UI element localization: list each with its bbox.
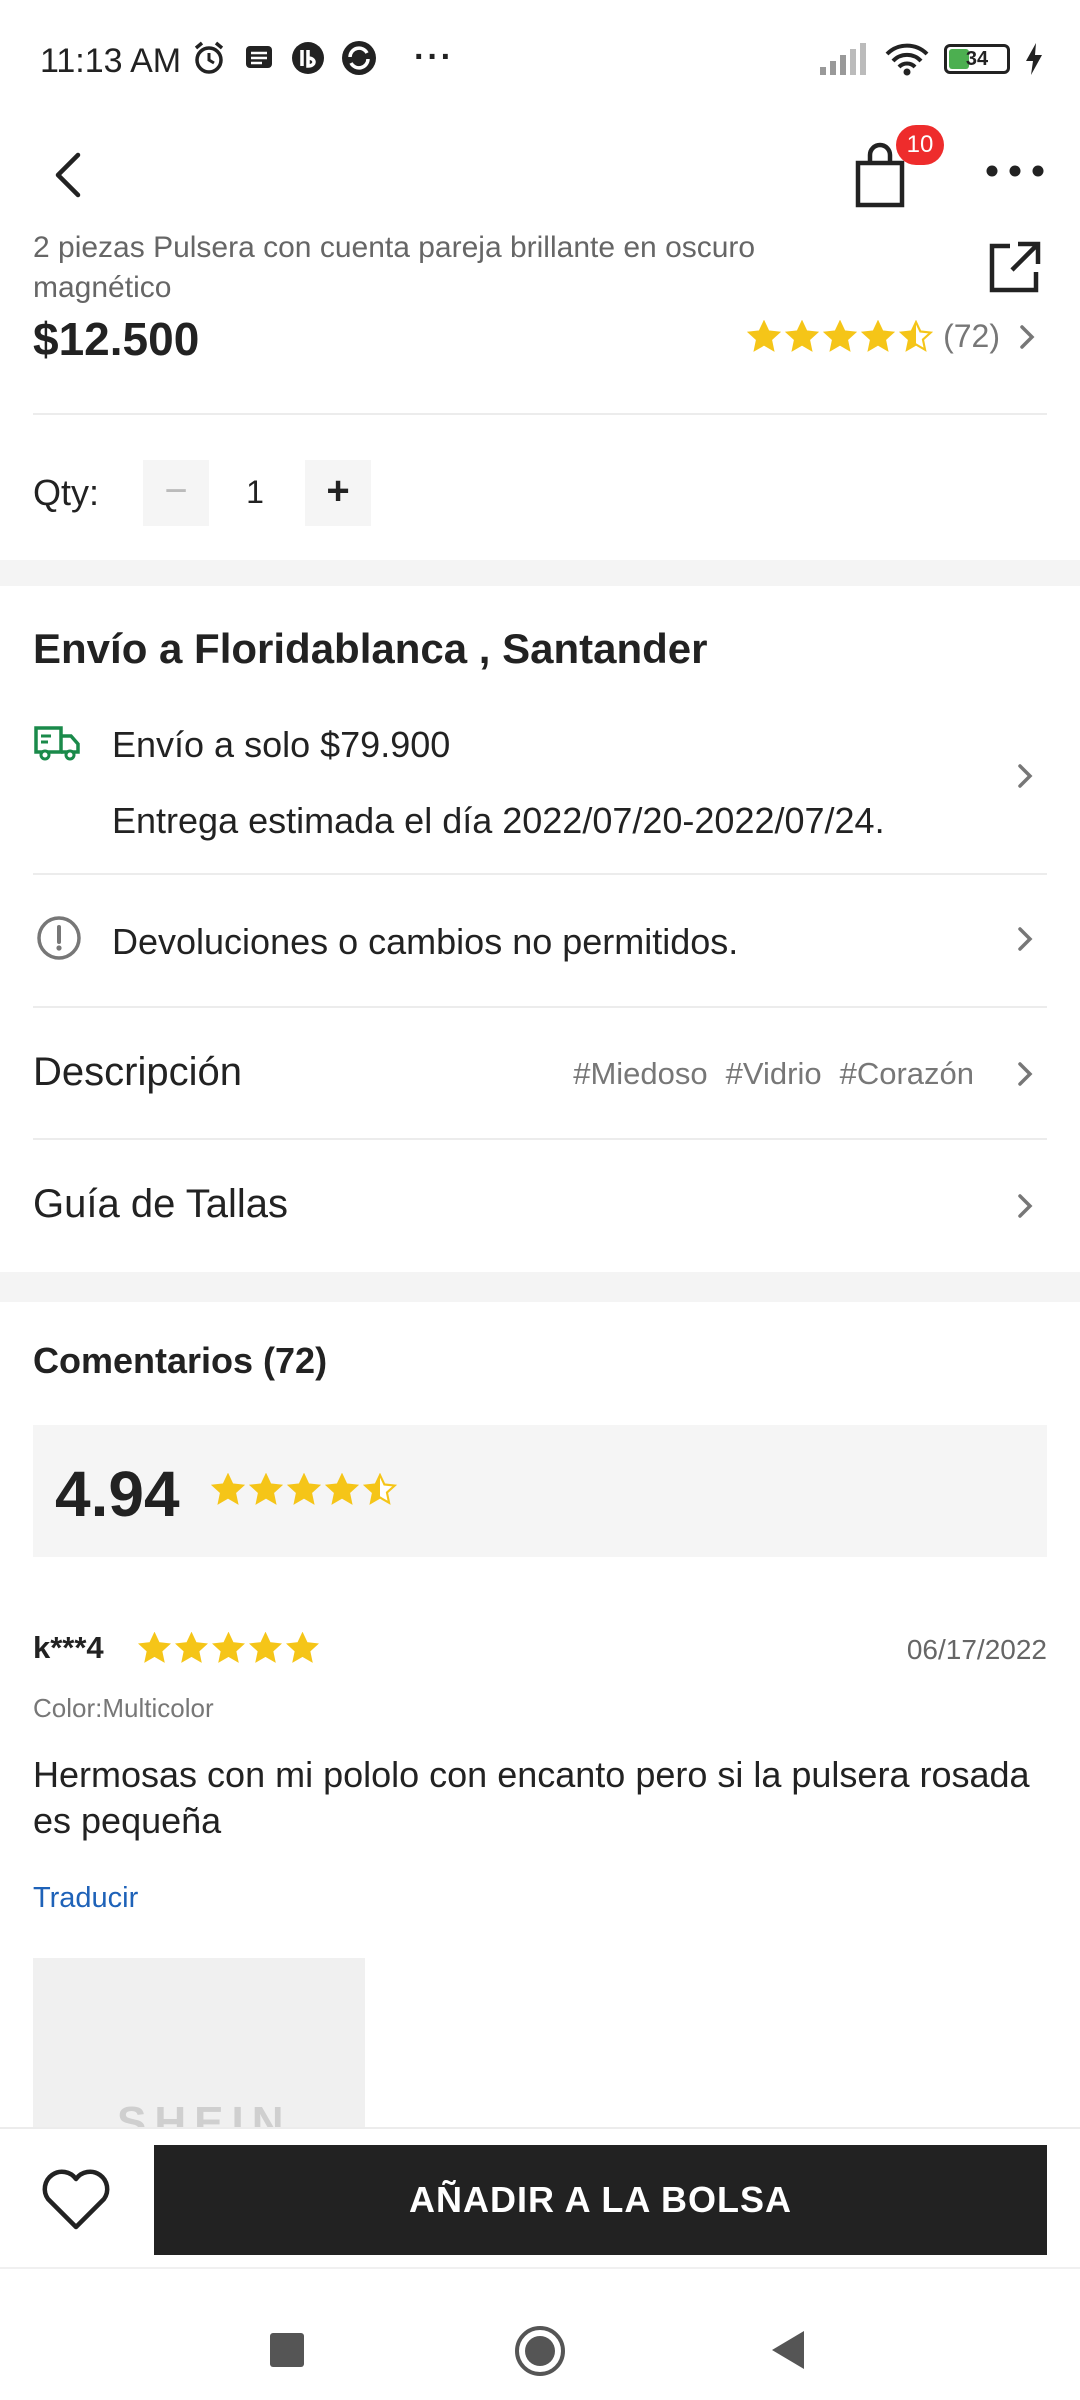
status-time: 11:13 AM	[40, 42, 182, 80]
chevron-right-icon	[1018, 1194, 1033, 1218]
share-external-icon	[989, 241, 1041, 293]
shipping-row[interactable]: Envío a solo $79.900 Entrega estimada el…	[0, 700, 1080, 870]
star-icon	[212, 1632, 245, 1663]
product-price: $12.500	[33, 313, 200, 365]
message-icon	[246, 45, 272, 68]
section-separator	[0, 560, 1080, 586]
review-photo[interactable]: SHEIN	[33, 1958, 365, 2128]
alert-circle-icon	[37, 916, 81, 960]
share-button[interactable]	[986, 238, 1044, 296]
review-text: Hermosas con mi pololo con encanto pero …	[33, 1754, 1030, 1841]
review-stars	[138, 1632, 319, 1665]
divider	[33, 413, 1047, 415]
size-guide-label: Guía de Tallas	[33, 1182, 288, 1226]
description-tags: #Miedoso #Vidrio #Corazón	[573, 1056, 974, 1092]
more-options-button[interactable]	[980, 151, 1050, 191]
quantity-value[interactable]: 1	[230, 474, 280, 511]
status-bar: 11:13 AM ··· 34	[0, 0, 1080, 125]
sync-icon	[342, 40, 376, 75]
star-icon	[286, 1632, 319, 1663]
rating-score: 4.94	[55, 1458, 180, 1530]
alarm-icon	[194, 41, 224, 74]
returns-row[interactable]: Devoluciones o cambios no permitidos.	[0, 875, 1080, 1005]
battery-icon: 34	[944, 44, 1010, 74]
wifi-icon	[885, 43, 929, 76]
top-nav: 10	[0, 125, 1080, 235]
translate-link[interactable]: Traducir	[33, 1882, 138, 1915]
quantity-decrease-button[interactable]: −	[143, 460, 209, 526]
rating-count: (72)	[943, 318, 1000, 354]
recent-apps-button[interactable]	[270, 2333, 304, 2367]
review-date: 06/17/2022	[906, 1634, 1047, 1665]
system-back-button[interactable]	[768, 2327, 808, 2373]
star-icon	[899, 319, 934, 352]
add-to-bag-button[interactable]: AÑADIR A LA BOLSA	[154, 2145, 1047, 2255]
cart-count-badge: 10	[896, 125, 944, 165]
chevron-right-icon	[1018, 764, 1033, 788]
star-icon	[211, 1473, 245, 1505]
chevron-right-icon	[1018, 927, 1033, 951]
star-icon	[249, 1473, 283, 1505]
description-tag: #Miedoso	[573, 1056, 708, 1091]
more-notifications-icon: ···	[414, 38, 454, 76]
star-icon	[249, 1632, 282, 1663]
home-button[interactable]	[514, 2325, 566, 2377]
chevron-left-icon	[55, 152, 81, 198]
section-separator	[0, 1272, 1080, 1302]
description-label: Descripción	[33, 1050, 242, 1094]
comments-heading: Comentarios (72)	[33, 1340, 328, 1381]
more-horizontal-icon	[986, 165, 1044, 177]
rating-summary: 4.94	[33, 1425, 1047, 1557]
heart-icon	[42, 2169, 110, 2230]
product-rating[interactable]: (72)	[747, 318, 1040, 355]
shipping-heading: Envío a Floridablanca , Santander	[33, 625, 708, 672]
product-rating-stars	[747, 319, 934, 354]
star-icon	[363, 1473, 397, 1505]
description-row[interactable]: Descripción #Miedoso #Vidrio #Corazón	[0, 1008, 1080, 1138]
truck-icon	[34, 726, 80, 761]
status-icons-right: 34	[820, 42, 1044, 76]
wishlist-button[interactable]	[38, 2165, 114, 2235]
back-button[interactable]	[40, 145, 100, 205]
status-icons-left: ···	[190, 38, 454, 77]
quantity-increase-button[interactable]: +	[305, 460, 371, 526]
chevron-right-icon	[1020, 324, 1035, 349]
size-guide-row[interactable]: Guía de Tallas	[0, 1140, 1080, 1270]
star-icon	[747, 319, 782, 352]
review-photo-watermark: SHEIN	[117, 2098, 292, 2128]
app-icon	[292, 41, 324, 74]
quantity-label: Qty:	[33, 472, 100, 513]
star-icon	[287, 1473, 321, 1505]
shipping-estimate: Entrega estimada el día 2022/07/20-2022/…	[112, 800, 885, 841]
star-icon	[325, 1473, 359, 1505]
star-icon	[861, 319, 896, 352]
rating-summary-stars	[211, 1473, 397, 1507]
description-tag: #Vidrio	[725, 1056, 822, 1091]
chevron-right-icon	[1018, 1062, 1033, 1086]
system-navigation-bar	[0, 2267, 1080, 2400]
signal-icon	[820, 43, 866, 75]
product-title: 2 piezas Pulsera con cuenta pareja brill…	[33, 231, 756, 304]
star-icon	[175, 1632, 208, 1663]
returns-text: Devoluciones o cambios no permitidos.	[112, 921, 739, 962]
bottom-action-bar: AÑADIR A LA BOLSA	[0, 2127, 1080, 2267]
star-icon	[138, 1632, 171, 1663]
description-tag: #Corazón	[839, 1056, 974, 1091]
review-color-variant: Color:Multicolor	[33, 1693, 214, 1723]
star-icon	[823, 319, 858, 352]
star-icon	[785, 319, 820, 352]
shipping-price: Envío a solo $79.900	[112, 724, 451, 765]
battery-percent: 34	[965, 48, 989, 70]
review-username: k***4	[33, 1630, 104, 1665]
charging-icon	[1026, 43, 1042, 75]
